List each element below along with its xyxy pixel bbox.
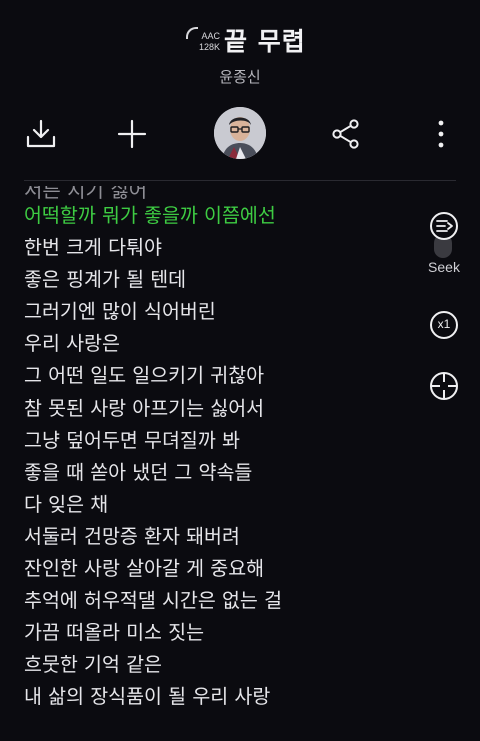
seek-lyrics-button[interactable]	[428, 210, 460, 242]
seek-label: Seek	[428, 259, 460, 275]
lyric-line-current[interactable]: 어떡할까 뭐가 좋을까 이쯤에선	[24, 200, 404, 232]
lyric-line[interactable]: 그냥 덮어두면 무뎌질까 봐	[24, 425, 404, 457]
speed-label: x1	[437, 317, 451, 331]
crosshair-icon	[430, 372, 458, 400]
share-icon	[332, 119, 359, 149]
lyrics-panel[interactable]: 서른 지기 싫어 어떡할까 뭐가 좋을까 이쯤에선 한번 크게 다퉈야 좋은 핑계…	[24, 186, 404, 714]
lyric-line[interactable]: 추억에 허우적댈 시간은 없는 걸	[24, 585, 404, 617]
more-vertical-icon	[438, 120, 444, 148]
bitrate-label: 128K	[198, 42, 220, 52]
lyric-line[interactable]: 그 어떤 일도 일으키기 귀찮아	[24, 360, 404, 392]
audio-quality-badge: AAC 128K	[186, 27, 220, 53]
lyric-line[interactable]: 우리 사랑은	[24, 328, 404, 360]
artist-name[interactable]: 윤종신	[0, 66, 480, 87]
lyric-line[interactable]: 그러기엔 많이 식어버린	[24, 296, 404, 328]
lyric-line[interactable]: 서둘러 건망증 환자 돼버려	[24, 521, 404, 553]
sync-current-line-button[interactable]	[428, 370, 460, 402]
download-icon	[26, 119, 56, 148]
lyric-line-previous: 서른 지기 싫어	[24, 186, 404, 200]
download-button[interactable]	[13, 106, 69, 162]
artist-photo	[214, 107, 266, 159]
plus-icon	[117, 119, 147, 149]
header-divider	[24, 180, 456, 181]
more-options-button[interactable]	[413, 106, 469, 162]
lyric-line[interactable]: 좋은 핑계가 될 텐데	[24, 264, 404, 296]
lyric-line[interactable]: 흐뭇한 기억 같은	[24, 649, 404, 681]
lyric-line[interactable]: 가끔 떠올라 미소 짓는	[24, 617, 404, 649]
player-header: AAC 128K 끝 무렵 윤종신	[0, 0, 480, 100]
quality-wave-icon	[186, 27, 198, 39]
lyric-line-previous-text: 서른 지기 싫어	[24, 186, 148, 200]
share-button[interactable]	[318, 106, 374, 162]
lyric-lines: 한번 크게 다퉈야 좋은 핑계가 될 텐데 그러기엔 많이 식어버린 우리 사랑은 그 …	[24, 232, 404, 713]
song-title: 끝 무렵	[224, 27, 306, 56]
add-to-playlist-button[interactable]	[104, 106, 160, 162]
lyric-line[interactable]: 다 잊은 채	[24, 489, 404, 521]
lyrics-seek-icon	[430, 212, 458, 240]
lyric-line[interactable]: 내 삶의 장식품이 될 우리 사랑	[24, 681, 404, 713]
lyric-line[interactable]: 한번 크게 다퉈야	[24, 232, 404, 264]
codec-label: AAC	[201, 31, 220, 41]
playback-speed-button[interactable]: x1	[428, 309, 460, 341]
lyric-line[interactable]: 잔인한 사랑 살아갈 게 중요해	[24, 553, 404, 585]
lyric-line[interactable]: 좋을 때 쏟아 냈던 그 약속들	[24, 457, 404, 489]
artist-avatar[interactable]	[214, 107, 266, 159]
lyric-line[interactable]: 참 못된 사랑 아프기는 싫어서	[24, 393, 404, 425]
